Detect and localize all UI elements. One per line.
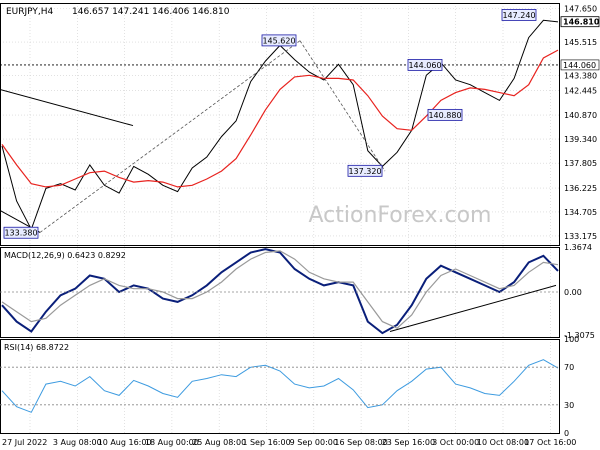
- macd-series-1: [1, 250, 559, 329]
- level-price-label: 144.060: [563, 61, 596, 70]
- x-tick-label: 10 Oct 08:00: [477, 438, 529, 447]
- y-tick-label: 140.870: [564, 111, 597, 120]
- fib-line-up: [39, 40, 301, 233]
- swing-label: 133.380: [4, 229, 37, 238]
- x-axis: 27 Jul 2022 3 Aug 08:0010 Aug 16:0018 Aug…: [2, 438, 576, 447]
- swing-label: 147.240: [502, 11, 535, 20]
- x-tick-label: 23 Sep 16:00: [382, 438, 435, 447]
- swing-label: 144.060: [408, 61, 441, 70]
- x-tick-label: 3 Oct 00:00: [432, 438, 479, 447]
- x-tick-label: 1 Sep 16:00: [242, 438, 290, 447]
- y-tick-label: 136.225: [564, 184, 597, 193]
- x-tick-label: 16 Sep 08:00: [334, 438, 387, 447]
- y-tick-label: 134.705: [564, 208, 597, 217]
- y-tick-label: 100: [564, 335, 579, 344]
- watermark: ActionForex.com: [309, 203, 492, 228]
- x-tick-label: 9 Sep 00:00: [290, 438, 338, 447]
- ohlc-label: 146.657 147.241 146.406 146.810: [72, 7, 230, 17]
- price-series-0: [1, 19, 559, 231]
- y-tick-label: 0: [564, 429, 569, 438]
- fib-line-down: [299, 40, 386, 172]
- swing-label: 140.880: [428, 111, 461, 120]
- eurjpy-chart: ActionForex.com EURJPY,H4 146.657 147.24…: [0, 3, 600, 447]
- x-tick-label: 18 Aug 00:00: [145, 438, 199, 447]
- swing-label: 145.620: [262, 36, 295, 45]
- y-tick-label: 142.445: [564, 86, 597, 95]
- price-series-1: [1, 49, 559, 188]
- macd-title: MACD(12,26,9) 0.6423 0.8292: [4, 251, 126, 260]
- rsi-frame: [0, 339, 560, 434]
- y-tick-label: 147.650: [564, 5, 597, 14]
- y-tick-label: 139.340: [564, 135, 597, 144]
- symbol-label: EURJPY,H4: [6, 7, 54, 17]
- y-tick-label: 0.00: [564, 288, 582, 297]
- y-tick-label: 70: [564, 363, 574, 372]
- swing-label: 137.320: [348, 167, 381, 176]
- macd-frame: [0, 247, 560, 338]
- y-tick-label: 1.3674: [564, 243, 592, 252]
- x-tick-label: 10 Aug 16:00: [98, 438, 152, 447]
- y-axis: 147.650 145.515 143.380 142.445 140.870 139.3…: [560, 5, 600, 438]
- y-tick-label: 133.175: [564, 232, 597, 241]
- y-tick-label: 30: [564, 401, 574, 410]
- macd-panel: MACD(12,26,9) 0.6423 0.8292: [0, 248, 560, 335]
- y-tick-label: 145.515: [564, 38, 597, 47]
- x-tick-label: 27 Jul 2022: [2, 438, 47, 447]
- x-tick-label: 3 Aug 08:00: [53, 438, 102, 447]
- x-tick-label: 17 Oct 16:00: [524, 438, 576, 447]
- x-tick-label: 25 Aug 08:00: [192, 438, 246, 447]
- macd-series-0: [1, 248, 559, 335]
- trendline-down: [0, 88, 134, 127]
- y-tick-label: 137.805: [564, 159, 597, 168]
- current-price-label: 146.810: [563, 18, 600, 27]
- rsi-panel: RSI(14) 68.8722: [0, 343, 560, 413]
- y-tick-label: 143.380: [564, 72, 597, 81]
- rsi-title: RSI(14) 68.8722: [4, 343, 69, 352]
